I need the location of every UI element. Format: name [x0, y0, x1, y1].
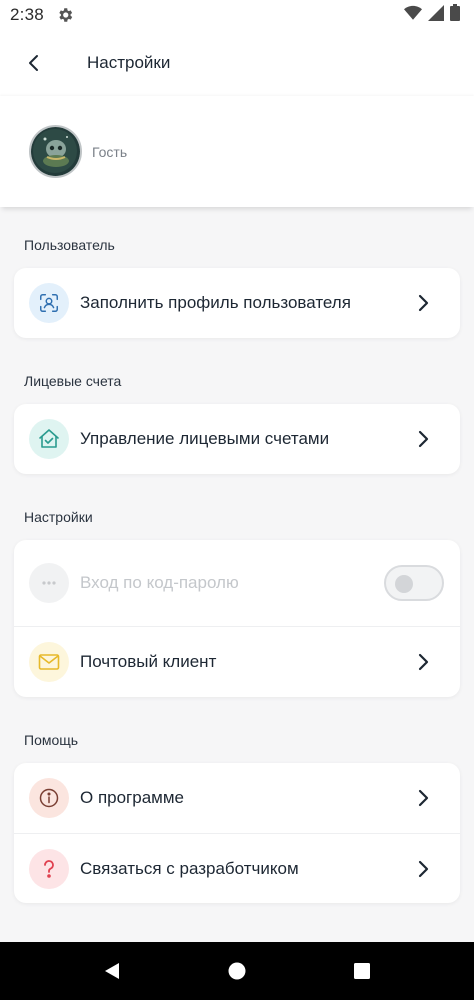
fill-profile-item[interactable]: Заполнить профиль пользователя: [14, 268, 460, 338]
system-nav-bar: [0, 942, 474, 1000]
profile-card[interactable]: Гость: [0, 96, 474, 207]
info-icon: [29, 778, 69, 818]
passcode-toggle[interactable]: [384, 565, 444, 601]
card-help: О программе Связаться с разработчиком: [14, 763, 460, 903]
chevron-right-icon: [414, 789, 432, 807]
passcode-icon: [29, 563, 69, 603]
battery-icon: [450, 4, 460, 26]
mail-client-label: Почтовый клиент: [80, 651, 217, 671]
question-icon: [29, 848, 69, 889]
fill-profile-label: Заполнить профиль пользователя: [80, 293, 351, 312]
section-title-help: Помощь: [24, 732, 79, 748]
nav-back-icon[interactable]: [92, 951, 132, 991]
chevron-right-icon: [414, 294, 432, 312]
signal-icon: [428, 4, 444, 26]
card-accounts: Управление лицевыми счетами: [14, 404, 460, 474]
contact-developer-label: Связаться с разработчиком: [80, 858, 299, 878]
back-arrow-icon: [27, 54, 41, 72]
card-settings: Вход по код-паролю Почтовый клиент: [14, 540, 460, 697]
chevron-right-icon: [414, 430, 432, 448]
nav-home-icon[interactable]: [217, 951, 257, 991]
about-item[interactable]: О программе: [14, 763, 460, 833]
user-profile-icon: [29, 283, 69, 323]
section-title-user: Пользователь: [24, 237, 115, 253]
manage-accounts-label: Управление лицевыми счетами: [80, 429, 330, 448]
section-title-accounts: Лицевые счета: [24, 373, 122, 389]
avatar: [29, 125, 82, 178]
contact-developer-item[interactable]: Связаться с разработчиком: [14, 833, 460, 903]
chevron-right-icon: [414, 653, 432, 671]
gear-icon: [56, 6, 74, 24]
manage-accounts-item[interactable]: Управление лицевыми счетами: [14, 404, 460, 474]
toggle-knob: [395, 575, 413, 593]
status-right: [404, 4, 460, 26]
nav-recents-icon[interactable]: [342, 951, 382, 991]
app-bar: Настройки: [0, 30, 474, 96]
status-bar: 2:38: [0, 0, 474, 30]
page-title: Настройки: [87, 53, 171, 72]
mail-client-item[interactable]: Почтовый клиент: [14, 626, 460, 696]
mail-icon: [29, 641, 69, 682]
chevron-right-icon: [414, 860, 432, 878]
card-user: Заполнить профиль пользователя: [14, 268, 460, 338]
status-time: 2:38: [10, 5, 44, 24]
section-title-settings: Настройки: [24, 509, 93, 525]
back-button[interactable]: [14, 43, 54, 83]
passcode-login-item: Вход по код-паролю: [14, 540, 460, 626]
passcode-login-label: Вход по код-паролю: [80, 573, 239, 592]
about-label: О программе: [80, 788, 185, 807]
wifi-icon: [404, 5, 422, 26]
profile-name: Гость: [92, 143, 128, 160]
house-check-icon: [29, 419, 69, 459]
